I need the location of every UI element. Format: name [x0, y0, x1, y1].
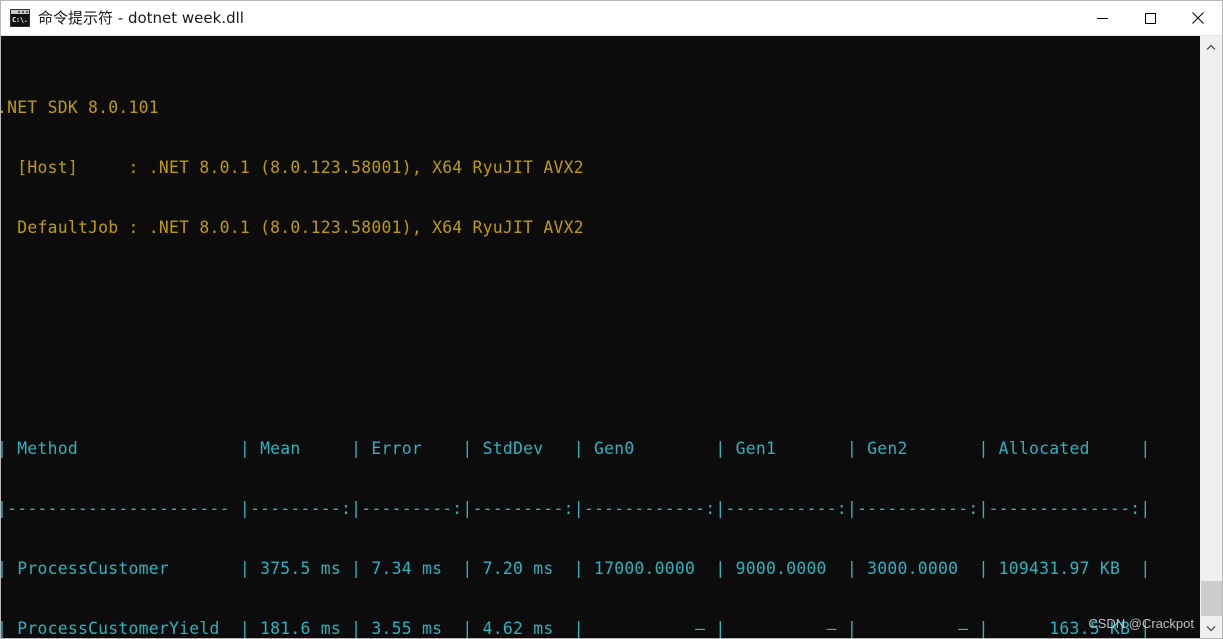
host-line: [Host] : .NET 8.0.1 (8.0.123.58001), X64… [1, 158, 584, 178]
console-output-area[interactable]: .NET SDK 8.0.101 [Host] : .NET 8.0.1 (8.… [1, 36, 1199, 639]
table-row: | ProcessCustomer | 375.5 ms | 7.34 ms |… [1, 559, 1151, 579]
maximize-button[interactable] [1126, 1, 1174, 35]
sdk-line: .NET SDK 8.0.101 [1, 98, 159, 118]
console-text: .NET SDK 8.0.101 [Host] : .NET 8.0.1 (8.… [1, 38, 1151, 639]
results-table-separator: |---------------------- |---------:|----… [1, 499, 1151, 519]
close-button[interactable] [1174, 1, 1222, 35]
command-prompt-window: C:\. 命令提示符 - dotnet week.dll .NET SDK 8.… [0, 0, 1223, 639]
results-table-header: | Method | Mean | Error | StdDev | Gen0 … [1, 438, 1151, 458]
scrollbar-track[interactable] [1200, 58, 1222, 617]
table-row: | ProcessCustomerYield | 181.6 ms | 3.55… [1, 619, 1151, 639]
chevron-up-icon[interactable] [1200, 36, 1222, 58]
vertical-scrollbar[interactable] [1199, 36, 1222, 638]
window-title: 命令提示符 - dotnet week.dll [38, 9, 244, 27]
window-controls [1078, 1, 1222, 35]
scrollbar-thumb[interactable] [1201, 581, 1222, 616]
defaultjob-line: DefaultJob : .NET 8.0.1 (8.0.123.58001),… [1, 218, 584, 238]
chevron-down-icon[interactable] [1200, 617, 1222, 638]
minimize-button[interactable] [1078, 1, 1126, 35]
titlebar-left: C:\. 命令提示符 - dotnet week.dll [1, 8, 1078, 28]
window-titlebar[interactable]: C:\. 命令提示符 - dotnet week.dll [1, 1, 1222, 36]
cmd-icon: C:\. [10, 9, 30, 27]
cmd-icon-glyph: C:\. [11, 14, 29, 26]
